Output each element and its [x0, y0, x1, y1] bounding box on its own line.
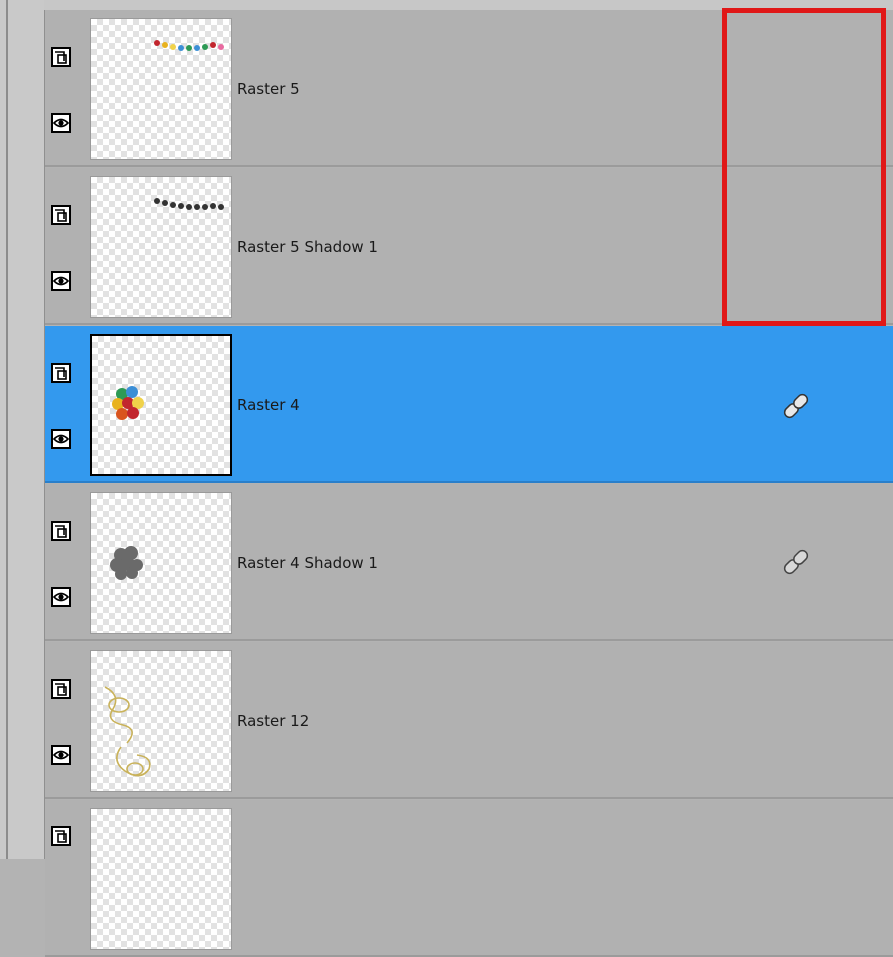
layer-mask-icon[interactable] — [51, 205, 71, 225]
layer-mask-icon[interactable] — [51, 47, 71, 67]
layer-name[interactable]: Raster 12 — [237, 712, 309, 730]
eye-icon[interactable] — [51, 429, 71, 449]
rail-divider — [6, 0, 8, 859]
panel-left-rail — [0, 0, 44, 859]
layer-mask-icon[interactable] — [51, 521, 71, 541]
layer-row-raster-4[interactable]: Raster 4 — [45, 326, 893, 483]
layer-row-raster-4-shadow-1[interactable]: Raster 4 Shadow 1 — [45, 484, 893, 641]
layer-mask-icon[interactable] — [51, 363, 71, 383]
layer-thumbnail[interactable] — [90, 176, 232, 318]
layer-row-raster-12[interactable]: Raster 12 — [45, 642, 893, 799]
chain-link-icon[interactable] — [778, 388, 814, 424]
layer-thumbnail[interactable] — [90, 18, 232, 160]
layer-mask-icon[interactable] — [51, 679, 71, 699]
chain-link-icon[interactable] — [778, 544, 814, 580]
eye-icon[interactable] — [51, 587, 71, 607]
eye-icon[interactable] — [51, 745, 71, 765]
layer-mask-icon[interactable] — [51, 826, 71, 846]
layer-thumbnail[interactable] — [90, 334, 232, 476]
layer-name[interactable]: Raster 4 — [237, 396, 300, 414]
layer-thumbnail[interactable] — [90, 650, 232, 792]
layer-name[interactable]: Raster 5 Shadow 1 — [237, 238, 378, 256]
eye-icon[interactable] — [51, 113, 71, 133]
layer-name[interactable]: Raster 5 — [237, 80, 300, 98]
annotation-highlight-box — [722, 8, 886, 326]
layer-name[interactable]: Raster 4 Shadow 1 — [237, 554, 378, 572]
layer-thumbnail[interactable] — [90, 492, 232, 634]
eye-icon[interactable] — [51, 271, 71, 291]
layer-row-partial[interactable] — [45, 800, 893, 957]
layer-thumbnail[interactable] — [90, 808, 232, 950]
